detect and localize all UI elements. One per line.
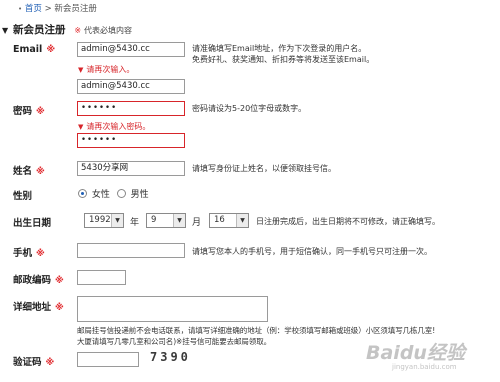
gender-options: 女性 男性 xyxy=(78,187,149,200)
home-icon: • xyxy=(18,5,23,13)
captcha-label: 验证码 ※ xyxy=(13,357,55,368)
year-unit: 年 xyxy=(130,218,140,228)
birthday-label: 出生日期 xyxy=(13,218,52,229)
password-confirm-input[interactable]: •••••• xyxy=(77,133,185,148)
baidu-watermark: Baidu经验 jingyan.baidu.com xyxy=(366,338,465,371)
error-triangle-icon: ▼ xyxy=(78,66,84,74)
breadcrumb-home-link[interactable]: 首页 xyxy=(25,4,42,14)
required-star: ※ xyxy=(45,358,55,368)
chevron-down-icon: ▼ xyxy=(236,214,248,227)
password-label: 密码 ※ xyxy=(13,106,45,117)
mobile-label: 手机 ※ xyxy=(13,248,45,259)
required-star: ※ xyxy=(36,249,45,259)
chevron-down-icon: ▼ xyxy=(173,214,185,227)
required-star: ※ xyxy=(55,303,64,313)
gender-label: 性别 xyxy=(13,191,33,202)
required-note: 代表必填内容 xyxy=(83,26,132,35)
password-hint: 密码请设为5-20位字母或数字。 xyxy=(192,104,307,113)
breadcrumb-separator: > xyxy=(44,4,52,14)
mobile-input[interactable] xyxy=(77,243,185,258)
email-label: Email ※ xyxy=(13,44,56,55)
email-error-message: ▼ 请再次输入。 xyxy=(78,65,135,74)
email-hint: 请准确填写Email地址，作为下次登录的用户名。 免费好礼、获奖通知、折扣券等将… xyxy=(192,44,375,64)
email-input[interactable]: admin@5430.cc xyxy=(77,42,185,57)
birthday-hint: 日注册完成后，出生日期将不可修改，请正确填写。 xyxy=(256,217,440,226)
name-hint: 请填写身份证上姓名，以便领取挂号信。 xyxy=(192,164,336,173)
captcha-image[interactable]: 7390 xyxy=(150,350,191,364)
address-label: 详细地址 ※ xyxy=(13,302,64,313)
breadcrumb-current: 新会员注册 xyxy=(54,4,97,14)
address-textarea[interactable] xyxy=(77,296,268,322)
captcha-input[interactable] xyxy=(77,352,139,367)
section-heading: ▼ 新会员注册 ※ 代表必填内容 xyxy=(2,22,132,37)
female-radio[interactable] xyxy=(78,189,87,198)
required-star: ※ xyxy=(46,45,56,55)
password-input[interactable]: •••••• xyxy=(77,101,185,116)
collapse-arrow-icon: ▼ xyxy=(2,26,9,35)
male-label: 男性 xyxy=(130,190,149,200)
required-star: ※ xyxy=(36,167,45,177)
male-radio[interactable] xyxy=(116,189,126,198)
password-error-message: ▼ 请再次输入密码。 xyxy=(78,122,151,131)
female-label: 女性 xyxy=(91,190,110,200)
mobile-hint: 请填写您本人的手机号，用于短信确认，同一手机号只可注册一次。 xyxy=(192,247,432,256)
name-input[interactable]: 5430分享网 xyxy=(77,161,185,176)
birth-month-select[interactable]: 9 ▼ xyxy=(146,213,186,228)
chevron-down-icon: ▼ xyxy=(111,214,123,227)
breadcrumb: • 首页 > 新会员注册 xyxy=(18,2,97,14)
watermark-text: Baidu经验 xyxy=(366,342,465,364)
page-title: 新会员注册 xyxy=(13,24,66,36)
birth-day-select[interactable]: 16 ▼ xyxy=(209,213,249,228)
watermark-url: jingyan.baidu.com xyxy=(392,363,457,371)
error-triangle-icon: ▼ xyxy=(78,123,84,131)
zip-label: 邮政编码 ※ xyxy=(13,275,64,286)
required-star: ※ xyxy=(74,26,82,35)
birth-year-select[interactable]: 1992 ▼ xyxy=(84,213,124,228)
name-label: 姓名 ※ xyxy=(13,166,45,177)
required-star: ※ xyxy=(36,107,45,117)
zip-input[interactable] xyxy=(77,270,126,285)
month-unit: 月 xyxy=(192,218,202,228)
email-confirm-input[interactable]: admin@5430.cc xyxy=(77,79,185,94)
required-star: ※ xyxy=(55,276,64,286)
